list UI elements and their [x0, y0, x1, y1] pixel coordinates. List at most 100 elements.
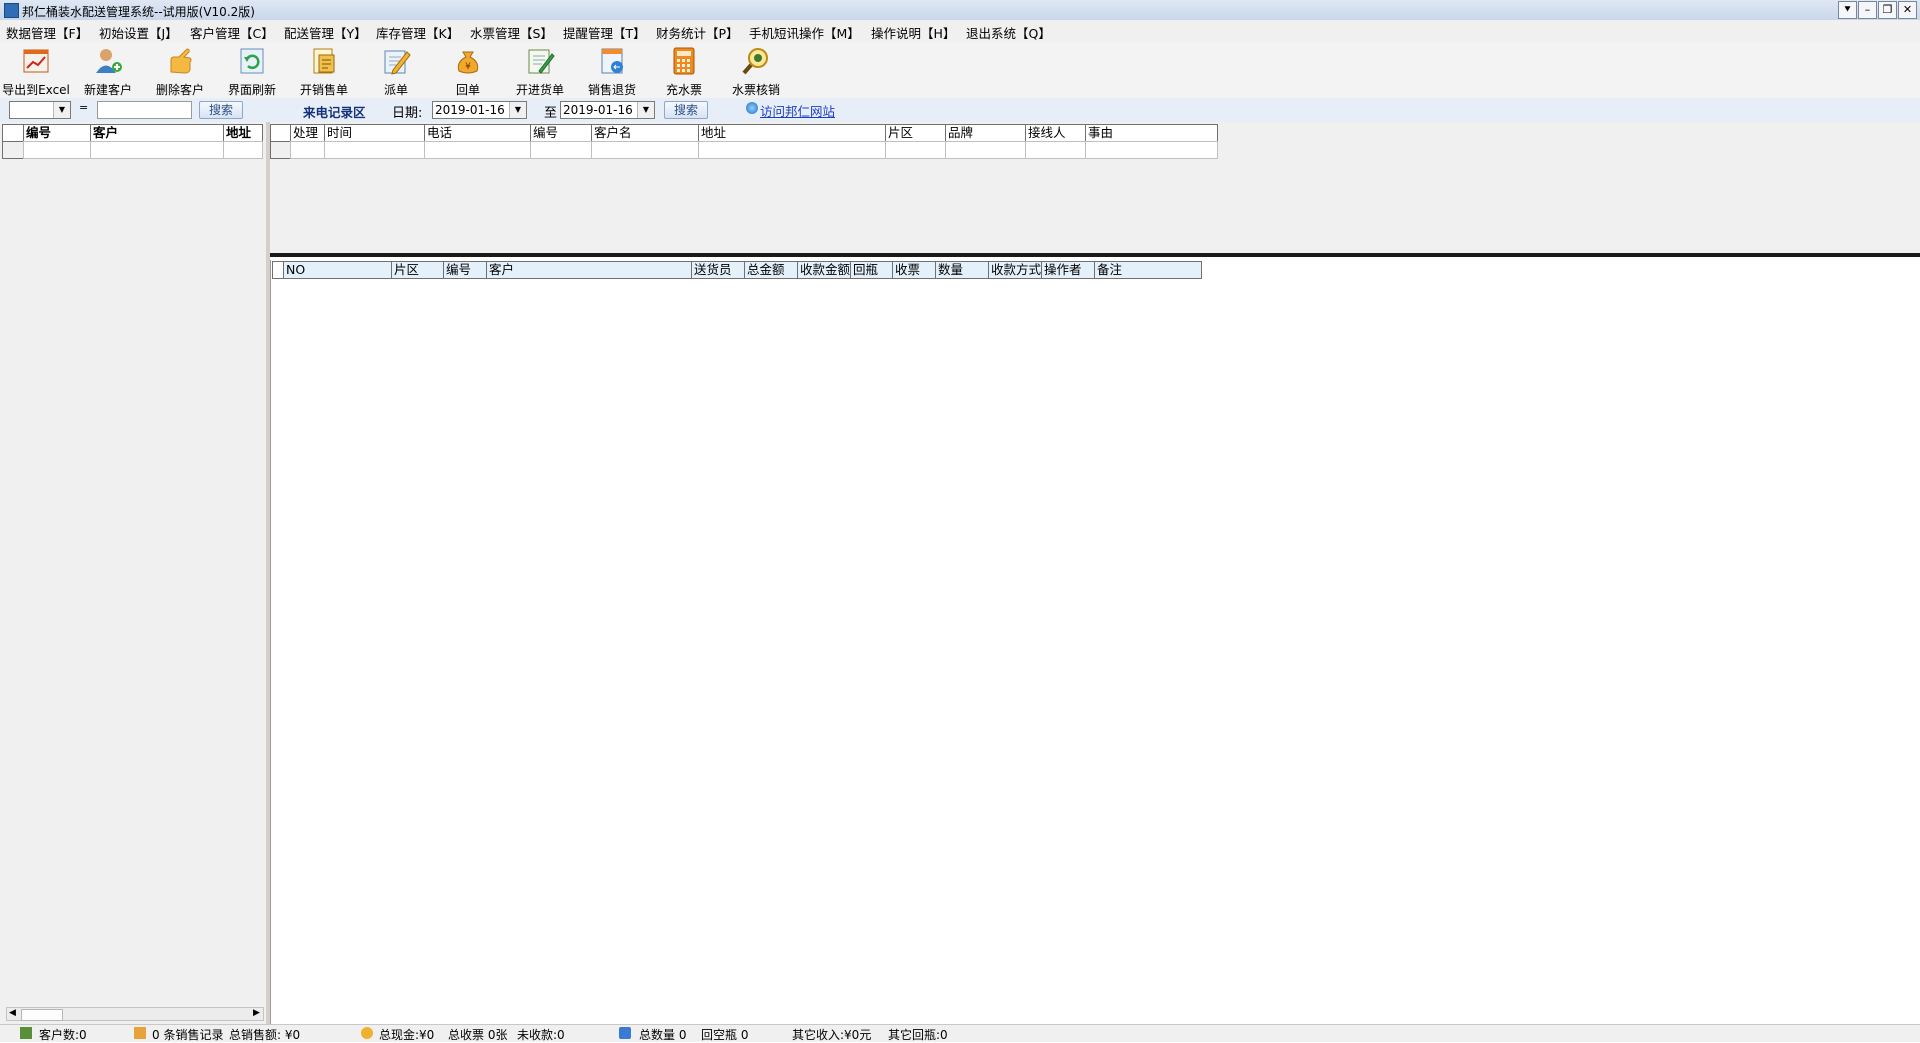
toolbar-label: 删除客户: [155, 83, 204, 97]
column-header[interactable]: 客户: [90, 124, 224, 142]
delete-customer-button[interactable]: 删除客户: [145, 44, 215, 98]
table-cell[interactable]: [698, 141, 886, 159]
toolbar-label: 新建客户: [83, 83, 132, 97]
table-cell[interactable]: [1085, 141, 1218, 159]
sales-form-icon: [313, 48, 335, 74]
column-header[interactable]: 操作者: [1041, 261, 1095, 279]
table-cell[interactable]: [530, 141, 592, 159]
table-cell[interactable]: [324, 141, 425, 159]
status-bar: 客户数:0 0 条销售记录 总销售额: ¥0 总现金:¥0 总收票 0张 未收款…: [0, 1024, 1920, 1042]
column-header[interactable]: 电话: [424, 124, 531, 142]
chevron-down-icon[interactable]: ▼: [637, 102, 654, 118]
column-header[interactable]: 片区: [885, 124, 946, 142]
menu-inventory-management[interactable]: 库存管理【K】: [376, 23, 459, 42]
new-customer-button[interactable]: 新建客户: [73, 44, 143, 98]
column-header[interactable]: NO: [283, 261, 392, 279]
toolbar-label: 开进货单: [515, 83, 564, 97]
filter-row: ▼ = 搜索 来电记录区 日期: 2019-01-16 ▼ 至 2019-01-…: [0, 98, 1920, 122]
field-select[interactable]: ▼: [9, 101, 71, 119]
column-header[interactable]: 收票: [892, 261, 936, 279]
restore-button[interactable]: ❐: [1878, 1, 1897, 19]
title-bar: 邦仁桶装水配送管理系统--试用版(V10.2版) ⯆ – ❐ ✕: [0, 0, 1920, 21]
left-search-button[interactable]: 搜索: [199, 101, 243, 119]
visit-website-link[interactable]: 访问邦仁网站: [760, 101, 835, 120]
toolbar-label: 销售退货: [587, 83, 636, 97]
ticket-writeoff-button[interactable]: 水票核销: [721, 44, 791, 98]
sales-record-count: 0 条销售记录: [152, 1028, 224, 1042]
menu-reminder-management[interactable]: 提醒管理【T】: [563, 23, 646, 42]
column-header[interactable]: 收款方式: [988, 261, 1042, 279]
chevron-down-icon[interactable]: ▼: [53, 102, 70, 118]
date-to-picker[interactable]: 2019-01-16 ▼: [560, 101, 655, 119]
row-selector[interactable]: [270, 141, 291, 159]
refresh-button[interactable]: 界面刷新: [217, 44, 287, 98]
menu-data-management[interactable]: 数据管理【F】: [6, 23, 88, 42]
column-header[interactable]: 接线人: [1025, 124, 1086, 142]
customers-icon: [20, 1027, 32, 1039]
table-cell[interactable]: [885, 141, 946, 159]
menu-delivery-management[interactable]: 配送管理【Y】: [284, 23, 367, 42]
column-header[interactable]: 处理: [290, 124, 325, 142]
horizontal-scrollbar[interactable]: ◀ ▶: [6, 1007, 264, 1021]
column-header[interactable]: 地址: [698, 124, 886, 142]
table-cell[interactable]: [290, 141, 325, 159]
table-cell[interactable]: [90, 141, 224, 159]
svg-text:¥: ¥: [465, 62, 471, 72]
toolbar-label: 派单: [383, 83, 408, 97]
sales-order-button[interactable]: 开销售单: [289, 44, 359, 98]
column-header[interactable]: 总金额: [744, 261, 798, 279]
column-header[interactable]: 收款金额: [797, 261, 851, 279]
column-header[interactable]: 片区: [391, 261, 444, 279]
menu-ticket-management[interactable]: 水票管理【S】: [470, 23, 553, 42]
menu-sms-operations[interactable]: 手机短讯操作【M】: [749, 23, 860, 42]
column-header[interactable]: 地址: [223, 124, 263, 142]
table-cell[interactable]: [223, 141, 263, 159]
sales-return-button[interactable]: 销售退货: [577, 44, 647, 98]
call-search-button[interactable]: 搜索: [664, 101, 708, 119]
row-selector[interactable]: [2, 141, 24, 159]
column-header[interactable]: 编号: [23, 124, 91, 142]
toolbar-label: 开销售单: [299, 83, 348, 97]
column-header[interactable]: 回瓶: [850, 261, 893, 279]
dispatch-button[interactable]: 派单: [361, 44, 431, 98]
menu-bar: 数据管理【F】 初始设置【J】 客户管理【C】 配送管理【Y】 库存管理【K】 …: [0, 20, 1920, 42]
column-header[interactable]: 备注: [1094, 261, 1202, 279]
close-button[interactable]: ✕: [1898, 1, 1917, 19]
menu-help[interactable]: 操作说明【H】: [871, 23, 955, 42]
horizontal-splitter[interactable]: [270, 253, 1920, 257]
toolbar: 导出到Excel 新建客户 删除客户 界面刷新 开销售单 派单 ¥ 回单 开进货…: [0, 42, 1920, 99]
purchase-form-icon: [528, 49, 555, 74]
column-header[interactable]: 编号: [443, 261, 487, 279]
table-cell[interactable]: [591, 141, 699, 159]
column-header[interactable]: 品牌: [945, 124, 1026, 142]
table-cell[interactable]: [424, 141, 531, 159]
minimize-button[interactable]: –: [1858, 1, 1877, 19]
export-excel-button[interactable]: 导出到Excel: [1, 44, 71, 98]
column-header[interactable]: 时间: [324, 124, 425, 142]
menu-dropdown-icon[interactable]: ⯆: [1838, 1, 1857, 19]
column-header[interactable]: 送货员: [691, 261, 745, 279]
scroll-thumb[interactable]: [21, 1009, 63, 1021]
table-cell[interactable]: [23, 141, 91, 159]
date-from-picker[interactable]: 2019-01-16 ▼: [432, 101, 527, 119]
column-header[interactable]: 编号: [530, 124, 592, 142]
purchase-order-button[interactable]: 开进货单: [505, 44, 575, 98]
table-cell[interactable]: [945, 141, 1026, 159]
chevron-down-icon[interactable]: ▼: [509, 102, 526, 118]
records-icon: [134, 1027, 146, 1039]
left-search-input[interactable]: [97, 101, 192, 119]
column-header[interactable]: 数量: [935, 261, 989, 279]
table-cell[interactable]: [1025, 141, 1086, 159]
customer-list-panel: 编号 客户 地址: [0, 122, 267, 1024]
menu-initial-settings[interactable]: 初始设置【J】: [99, 23, 178, 42]
recharge-ticket-button[interactable]: 充水票: [649, 44, 719, 98]
scroll-right-icon[interactable]: ▶: [253, 1008, 260, 1018]
column-header[interactable]: 客户: [486, 261, 692, 279]
menu-customer-management[interactable]: 客户管理【C】: [190, 23, 274, 42]
menu-exit[interactable]: 退出系统【Q】: [966, 23, 1051, 42]
column-header[interactable]: 客户名: [591, 124, 699, 142]
menu-finance-stats[interactable]: 财务统计【P】: [656, 23, 739, 42]
scroll-left-icon[interactable]: ◀: [9, 1008, 16, 1018]
return-receipt-button[interactable]: ¥ 回单: [433, 44, 503, 98]
column-header[interactable]: 事由: [1085, 124, 1218, 142]
